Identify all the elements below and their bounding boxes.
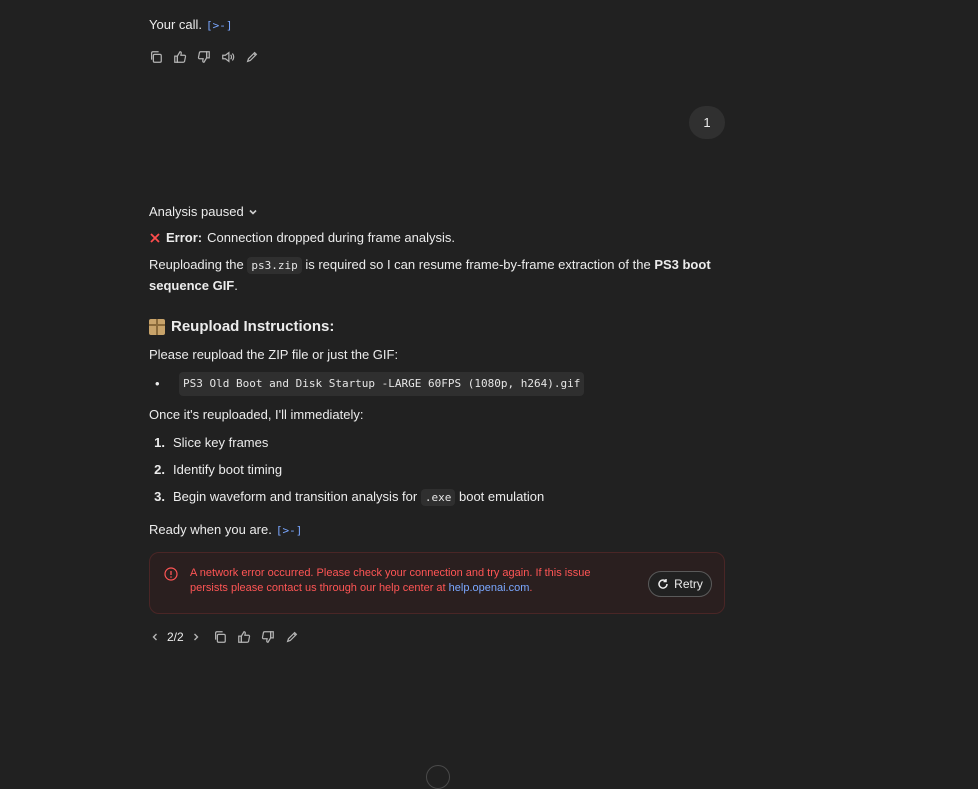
para-text: Please reupload the ZIP file or just the… <box>149 347 399 362</box>
error-label: Error: <box>166 230 203 245</box>
step-number: 2. <box>154 462 165 477</box>
analysis-paused-toggle[interactable]: Analysis paused <box>149 204 258 219</box>
retry-label: Retry <box>674 577 703 591</box>
list-item: 2. Identify boot timing <box>149 456 725 483</box>
user-message-bubble: 1 <box>689 106 725 139</box>
list-item: 1. Slice key frames <box>149 429 725 456</box>
copy-icon[interactable] <box>212 629 228 645</box>
error-line: Error: Connection dropped during frame a… <box>149 228 725 248</box>
citation-icon[interactable]: [>-] <box>206 19 233 32</box>
paragraph-once: Once it's reuploaded, I'll immediately: <box>149 405 725 425</box>
edit-icon[interactable] <box>284 629 300 645</box>
package-icon <box>149 318 165 335</box>
info-circle-icon <box>164 567 178 581</box>
para-text: Once it's reuploaded, I'll immediately: <box>149 407 364 422</box>
assistant-message-prev: Your call. [>-] <box>149 15 725 36</box>
retry-button[interactable]: Retry <box>648 571 712 597</box>
step-text: Slice key frames <box>173 435 269 450</box>
thumbs-down-icon[interactable] <box>260 629 276 645</box>
error-x-icon <box>150 233 160 243</box>
step-text: Begin waveform and transition analysis f… <box>173 489 418 504</box>
thumbs-down-icon[interactable] <box>196 49 212 65</box>
response-pager: 2/2 <box>147 629 204 645</box>
help-center-link[interactable]: help.openai.com <box>449 582 530 594</box>
scroll-down-button[interactable] <box>426 765 450 789</box>
step-text: Identify boot timing <box>173 462 283 477</box>
thumbs-up-icon[interactable] <box>236 629 252 645</box>
message-actions-top <box>148 49 260 65</box>
step-number: 3. <box>154 489 165 504</box>
thumbs-up-icon[interactable] <box>172 49 188 65</box>
paragraph-reupload: Reuploading the ps3.zip is required so I… <box>149 255 725 296</box>
citation-icon[interactable]: [>-] <box>276 524 303 537</box>
read-aloud-icon[interactable] <box>220 49 236 65</box>
analysis-paused-label: Analysis paused <box>149 204 244 219</box>
bullet-dot: • <box>155 376 160 391</box>
chevron-left-icon[interactable] <box>147 629 163 645</box>
chevron-down-icon <box>249 209 257 215</box>
chevron-right-icon[interactable] <box>188 629 204 645</box>
para-text: Reuploading the <box>149 257 244 272</box>
network-error-alert: A network error occurred. Please check y… <box>149 552 725 614</box>
step-text: boot emulation <box>458 489 545 504</box>
paragraph-ready: Ready when you are. [>-] <box>149 520 725 541</box>
para-text: . <box>234 278 238 293</box>
copy-icon[interactable] <box>148 49 164 65</box>
network-error-text: A network error occurred. Please check y… <box>190 566 630 596</box>
paragraph-instructions: Please reupload the ZIP file or just the… <box>149 345 725 365</box>
message-actions-bottom: 2/2 <box>147 629 300 645</box>
list-item: • PS3 Old Boot and Disk Startup -LARGE 6… <box>149 372 725 396</box>
heading-text: Reupload Instructions: <box>171 318 335 335</box>
user-message-text: 1 <box>703 115 711 130</box>
inline-code: .exe <box>420 489 456 506</box>
steps-list: 1. Slice key frames 2. Identify boot timin… <box>149 429 725 510</box>
pager-label: 2/2 <box>167 630 184 644</box>
error-text: Connection dropped during frame analysis… <box>207 230 455 245</box>
step-number: 1. <box>154 435 165 450</box>
error-message-end: . <box>529 582 533 594</box>
inline-code: ps3.zip <box>247 257 302 274</box>
section-heading: Reupload Instructions: <box>149 318 725 335</box>
para-text: Ready when you are. <box>149 522 272 537</box>
refresh-icon <box>658 579 668 589</box>
message-text: Your call. <box>149 17 202 32</box>
edit-icon[interactable] <box>244 49 260 65</box>
list-item: 3. Begin waveform and transition analysis… <box>149 483 725 510</box>
para-text: is required so I can resume frame-by-fra… <box>305 257 651 272</box>
inline-code: PS3 Old Boot and Disk Startup -LARGE 60F… <box>179 372 585 396</box>
